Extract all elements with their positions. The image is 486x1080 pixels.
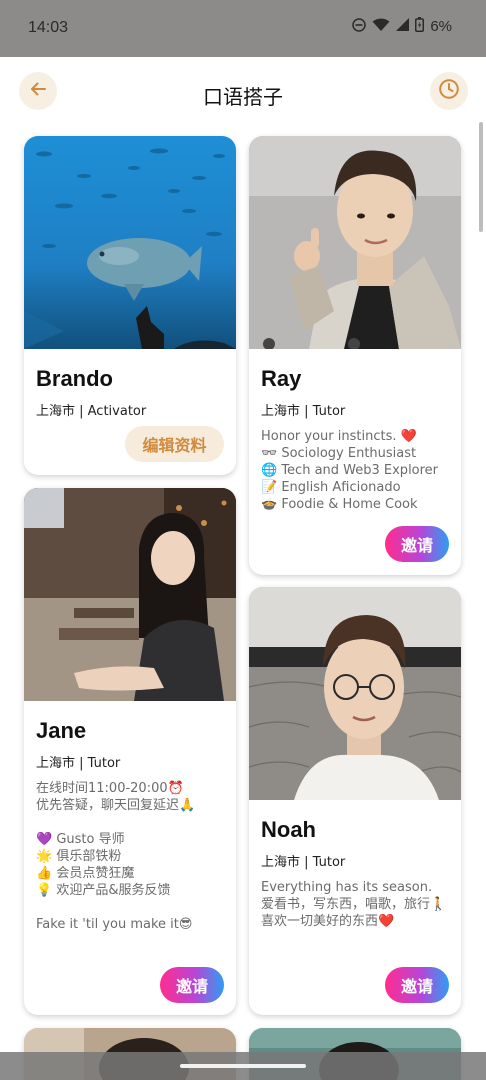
app-header: 口语搭子	[0, 57, 486, 127]
profile-card-brando[interactable]: Brando 上海市 | Activator 编辑资料	[24, 136, 236, 475]
profile-photo-ray	[249, 136, 461, 349]
bio-line: 👓 Sociology Enthusiast	[261, 446, 417, 461]
bio-spacer	[36, 899, 228, 916]
bio-line: Everything has its season.	[261, 880, 433, 895]
bio-line: 🍲 Foodie & Home Cook	[261, 497, 418, 512]
bio-line: 🌐 Tech and Web3 Explorer	[261, 463, 439, 478]
invite-button[interactable]: 邀请	[160, 967, 224, 1003]
profile-bio: Honor your instincts. ❤️ 👓 Sociology Ent…	[261, 428, 453, 513]
status-time: 14:03	[28, 19, 69, 36]
profile-name: Brando	[36, 366, 113, 391]
bio-line: Fake it 'til you make it😎	[36, 917, 193, 932]
bio-line: 优先答疑，聊天回复延迟🙏	[36, 798, 196, 813]
bio-line: 喜欢一切美好的东西❤️	[261, 914, 395, 929]
profile-bio: 在线时间11:00-20:00⏰ 优先答疑，聊天回复延迟🙏 💜 Gusto 导师…	[36, 780, 228, 933]
history-button[interactable]	[430, 72, 468, 110]
status-icons: 6%	[352, 17, 452, 36]
home-gesture-handle[interactable]	[180, 1064, 306, 1068]
profile-photo-jane	[24, 488, 236, 701]
profile-location-role: 上海市 | Tutor	[36, 756, 121, 771]
edit-profile-button[interactable]: 编辑资料	[125, 426, 224, 462]
profile-location-role: 上海市 | Activator	[36, 404, 147, 419]
signal-icon	[396, 18, 410, 35]
profile-photo-noah	[249, 587, 461, 800]
profile-card-jane[interactable]: Jane 上海市 | Tutor 在线时间11:00-20:00⏰ 优先答疑，聊…	[24, 488, 236, 1015]
profile-name: Jane	[36, 718, 87, 743]
profile-photo-aquarium	[24, 136, 236, 349]
bio-line: 💜 Gusto 导师	[36, 832, 125, 847]
page-title: 口语搭子	[203, 85, 283, 109]
battery-icon	[415, 17, 425, 36]
bio-line: 在线时间11:00-20:00⏰	[36, 781, 184, 796]
clock-icon	[438, 78, 460, 105]
status-bar: 14:03 6%	[0, 0, 486, 57]
profile-name: Noah	[261, 817, 316, 842]
profile-name: Ray	[261, 366, 302, 391]
invite-button[interactable]: 邀请	[385, 526, 449, 562]
profile-card-noah[interactable]: Noah 上海市 | Tutor Everything has its seas…	[249, 587, 461, 1015]
profile-card-ray[interactable]: Ray 上海市 | Tutor Honor your instincts. ❤️…	[249, 136, 461, 575]
bio-line: 👍 会员点赞狂魔	[36, 866, 135, 881]
bio-line: 💡 欢迎产品&服务反馈	[36, 883, 171, 898]
gesture-navigation-bar	[0, 1052, 486, 1080]
scrollbar[interactable]	[479, 122, 483, 232]
invite-button[interactable]: 邀请	[385, 967, 449, 1003]
bio-line: 🌟 俱乐部铁粉	[36, 849, 122, 864]
do-not-disturb-icon	[352, 17, 367, 36]
bio-line: Honor your instincts. ❤️	[261, 429, 417, 444]
bio-line: 爱看书，写东西，唱歌，旅行🚶	[261, 897, 447, 912]
profile-bio: Everything has its season. 爱看书，写东西，唱歌，旅行…	[261, 879, 453, 930]
profile-location-role: 上海市 | Tutor	[261, 855, 346, 870]
bio-spacer	[36, 814, 228, 831]
battery-percent: 6%	[430, 18, 452, 35]
wifi-icon	[372, 18, 390, 36]
bio-line: 📝 English Aficionado	[261, 480, 401, 495]
profile-location-role: 上海市 | Tutor	[261, 404, 346, 419]
